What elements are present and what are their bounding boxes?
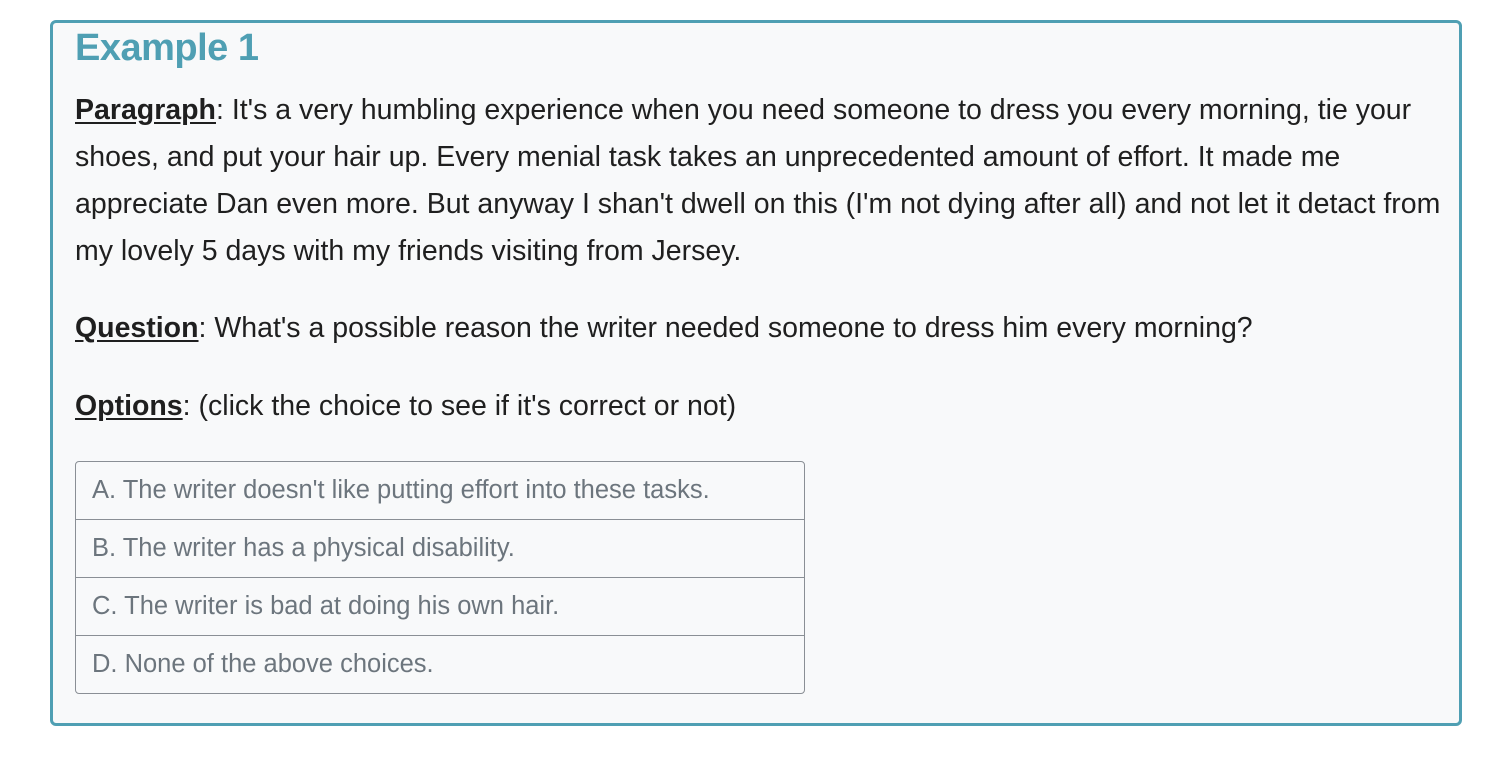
options-label: Options [75, 390, 183, 422]
options-intro: Options: (click the choice to see if it'… [75, 383, 736, 430]
question-text: : What's a possible reason the writer ne… [198, 312, 1253, 344]
options-hint: : (click the choice to see if it's corre… [182, 390, 737, 422]
option-d[interactable]: D. None of the above choices. [76, 636, 804, 693]
option-c[interactable]: C. The writer is bad at doing his own ha… [76, 578, 804, 636]
question-label: Question [75, 312, 199, 344]
paragraph-label: Paragraph [75, 94, 216, 126]
example-card: Example 1 Paragraph: It's a very humblin… [50, 20, 1462, 726]
paragraph-block: Paragraph: It's a very humbling experien… [75, 87, 1445, 275]
options-list: A. The writer doesn't like putting effor… [75, 461, 805, 694]
question-block: Question: What's a possible reason the w… [75, 305, 1445, 352]
example-title: Example 1 [75, 27, 259, 69]
paragraph-text: : It's a very humbling experience when y… [75, 94, 1441, 267]
option-a[interactable]: A. The writer doesn't like putting effor… [76, 462, 804, 520]
option-b[interactable]: B. The writer has a physical disability. [76, 520, 804, 578]
